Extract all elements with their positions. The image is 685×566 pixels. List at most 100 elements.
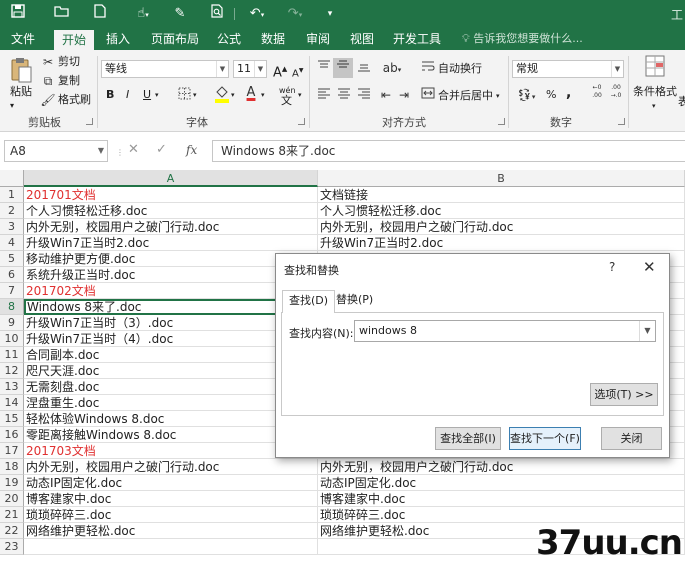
phonetic-dropdown-icon[interactable]: ▾ bbox=[298, 87, 302, 103]
row-header[interactable]: 1 bbox=[0, 187, 24, 203]
cell-a[interactable]: 零距离接触Windows 8.doc bbox=[24, 427, 318, 443]
paste-icon[interactable] bbox=[8, 56, 34, 84]
tab-formulas[interactable]: 公式 bbox=[210, 28, 248, 50]
row-header[interactable]: 14 bbox=[0, 395, 24, 411]
row-header[interactable]: 3 bbox=[0, 219, 24, 235]
merge-center-button[interactable]: 合并后居中 bbox=[438, 88, 493, 104]
align-center-icon[interactable] bbox=[336, 87, 352, 103]
format-as-table-button[interactable]: 表 bbox=[678, 94, 685, 110]
font-size-select[interactable]: 11 ▼ bbox=[233, 60, 267, 78]
row-header[interactable]: 19 bbox=[0, 475, 24, 491]
font-name-select[interactable]: 等线 ▼ bbox=[101, 60, 229, 78]
row-header[interactable]: 15 bbox=[0, 411, 24, 427]
format-painter-button[interactable]: 格式刷 bbox=[58, 92, 91, 108]
row-header[interactable]: 6 bbox=[0, 267, 24, 283]
find-all-button[interactable]: 查找全部(I) bbox=[435, 427, 501, 450]
wrap-text-icon[interactable] bbox=[420, 60, 436, 76]
cell-b[interactable]: 文档链接 bbox=[318, 187, 685, 203]
touch-mode-icon[interactable]: ☝▾ bbox=[130, 4, 156, 24]
undo-icon[interactable]: ↶▾ bbox=[244, 4, 270, 24]
find-what-input[interactable]: windows 8 ▼ bbox=[354, 320, 656, 342]
row-header[interactable]: 21 bbox=[0, 507, 24, 523]
orientation-icon[interactable]: ab▾ bbox=[380, 60, 404, 76]
name-box[interactable]: A8 ▼ bbox=[4, 140, 108, 162]
row-header[interactable]: 5 bbox=[0, 251, 24, 267]
underline-button[interactable]: U bbox=[143, 87, 151, 103]
cell-b[interactable]: 升级Win7正当时2.doc bbox=[318, 235, 685, 251]
align-bottom-icon[interactable] bbox=[356, 60, 372, 76]
cell-a[interactable]: 升级Win7正当时2.doc bbox=[24, 235, 318, 251]
italic-button[interactable]: I bbox=[126, 87, 129, 103]
cell-a[interactable]: Windows 8来了.doc bbox=[24, 299, 318, 315]
row-header[interactable]: 16 bbox=[0, 427, 24, 443]
decrease-decimal-icon[interactable]: .00 →.0 bbox=[608, 84, 624, 104]
cell-a[interactable]: 升级Win7正当时（3）.doc bbox=[24, 315, 318, 331]
cell-a[interactable]: 轻松体验Windows 8.doc bbox=[24, 411, 318, 427]
number-format-select[interactable]: 常规 ▼ bbox=[512, 60, 624, 78]
row-header[interactable]: 11 bbox=[0, 347, 24, 363]
cell-a[interactable]: 内外无别，校园用户之破门行动.doc bbox=[24, 219, 318, 235]
align-top-icon[interactable] bbox=[316, 60, 332, 76]
conditional-formatting-icon[interactable] bbox=[643, 54, 667, 80]
cell-a[interactable]: 系统升级正当时.doc bbox=[24, 267, 318, 283]
copy-icon[interactable]: ⧉ bbox=[40, 73, 56, 89]
row-header[interactable]: 12 bbox=[0, 363, 24, 379]
row-header[interactable]: 17 bbox=[0, 443, 24, 459]
row-header[interactable]: 13 bbox=[0, 379, 24, 395]
font-color-icon[interactable]: A bbox=[243, 84, 259, 106]
alignment-launcher-icon[interactable] bbox=[498, 118, 505, 125]
cell-b[interactable]: 个人习惯轻松迁移.doc bbox=[318, 203, 685, 219]
column-header-a[interactable]: A bbox=[24, 170, 318, 187]
row-header[interactable]: 18 bbox=[0, 459, 24, 475]
comma-style-button[interactable]: , bbox=[566, 85, 571, 101]
align-middle-icon[interactable] bbox=[333, 58, 353, 78]
cell-a[interactable]: 无需刻盘.doc bbox=[24, 379, 318, 395]
cell-a[interactable]: 动态IP固定化.doc bbox=[24, 475, 318, 491]
row-header[interactable]: 7 bbox=[0, 283, 24, 299]
cell-a[interactable]: 201703文档 bbox=[24, 443, 318, 459]
merge-center-icon[interactable] bbox=[420, 87, 436, 103]
format-painter-brush-icon[interactable]: 🖌︎ bbox=[40, 92, 56, 108]
cell-b[interactable]: 动态IP固定化.doc bbox=[318, 475, 685, 491]
select-all-button[interactable] bbox=[0, 170, 24, 187]
tab-find[interactable]: 查找(D) bbox=[282, 290, 336, 313]
cell-b[interactable]: 内外无别，校园用户之破门行动.doc bbox=[318, 219, 685, 235]
cell-a[interactable]: 内外无别，校园用户之破门行动.doc bbox=[24, 459, 318, 475]
open-icon[interactable] bbox=[52, 4, 72, 24]
row-header[interactable]: 23 bbox=[0, 539, 24, 555]
clipboard-launcher-icon[interactable] bbox=[86, 118, 93, 125]
save-icon[interactable] bbox=[8, 4, 28, 24]
shrink-font-icon[interactable]: A▼ bbox=[292, 63, 303, 82]
accounting-format-icon[interactable]: 💱︎▾ bbox=[514, 87, 538, 103]
cell-a[interactable]: 个人习惯轻松迁移.doc bbox=[24, 203, 318, 219]
cell-b[interactable]: 博客建家中.doc bbox=[318, 491, 685, 507]
cell-a[interactable]: 201702文档 bbox=[24, 283, 318, 299]
insert-function-icon[interactable]: fx bbox=[186, 143, 197, 157]
number-launcher-icon[interactable] bbox=[618, 118, 625, 125]
format-painter-icon[interactable]: ✎ bbox=[170, 4, 190, 24]
cell-a[interactable]: 201701文档 bbox=[24, 187, 318, 203]
options-button[interactable]: 选项(T) >> bbox=[590, 383, 658, 406]
close-button[interactable]: 关闭 bbox=[601, 427, 662, 450]
chevron-down-icon[interactable]: ▼ bbox=[639, 321, 655, 341]
row-header[interactable]: 4 bbox=[0, 235, 24, 251]
cell-a[interactable]: 咫尺天涯.doc bbox=[24, 363, 318, 379]
decrease-indent-icon[interactable]: ⇤ bbox=[378, 87, 394, 103]
print-preview-icon[interactable] bbox=[207, 4, 227, 24]
tab-data[interactable]: 数据 bbox=[254, 28, 292, 50]
cell-a[interactable]: 网络维护更轻松.doc bbox=[24, 523, 318, 539]
grow-font-icon[interactable]: A▲ bbox=[273, 61, 287, 81]
percent-button[interactable]: % bbox=[546, 87, 556, 103]
customize-icon[interactable]: ▾ bbox=[320, 4, 340, 24]
redo-icon[interactable]: ↷▾ bbox=[282, 4, 308, 24]
tab-home[interactable]: 开始 bbox=[54, 30, 94, 50]
cut-button[interactable]: 剪切 bbox=[58, 54, 80, 70]
merge-dropdown-icon[interactable]: ▾ bbox=[496, 88, 500, 104]
row-header[interactable]: 22 bbox=[0, 523, 24, 539]
row-header[interactable]: 2 bbox=[0, 203, 24, 219]
tell-me-box[interactable]: 💡︎ 告诉我您想要做什么... bbox=[462, 28, 583, 50]
cell-a[interactable]: 涅盘重生.doc bbox=[24, 395, 318, 411]
align-left-icon[interactable] bbox=[316, 87, 332, 103]
conditional-dropdown-icon[interactable]: ▾ bbox=[652, 98, 656, 114]
new-icon[interactable] bbox=[90, 4, 110, 24]
